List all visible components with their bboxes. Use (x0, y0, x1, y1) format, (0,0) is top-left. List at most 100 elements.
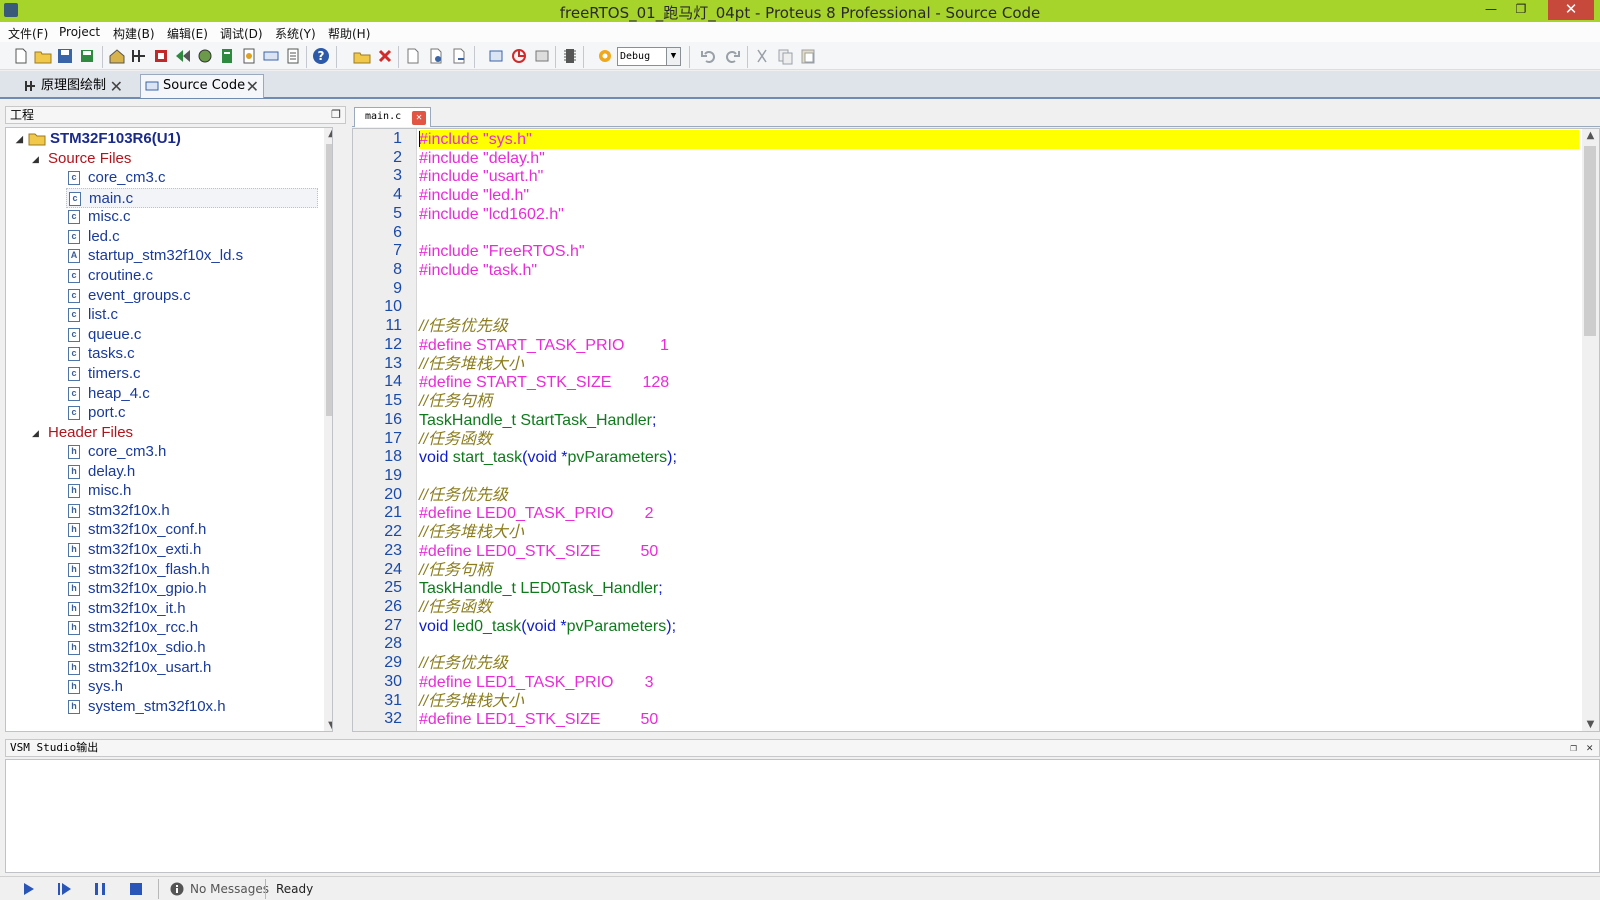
close-button[interactable]: ✕ (1548, 0, 1594, 20)
minimize-button[interactable]: — (1476, 0, 1506, 20)
tab-schematic[interactable]: 原理图绘制 ✕ (18, 74, 128, 98)
step-icon[interactable] (56, 881, 72, 897)
new-document-icon[interactable] (404, 47, 422, 65)
code-line[interactable]: #include "FreeRTOS.h" (419, 242, 1579, 261)
new-file-icon[interactable] (12, 47, 30, 65)
code-line[interactable]: //任务优先级 (419, 654, 1579, 673)
tree-file-item[interactable]: c timers.c (68, 364, 141, 384)
code-line-current[interactable]: #include "sys.h" (419, 130, 1579, 149)
build-config-gear-icon[interactable] (596, 47, 614, 65)
code-line[interactable]: #define LED0_TASK_PRIO 2 (419, 504, 1579, 523)
code-line[interactable]: TaskHandle_t StartTask_Handler; (419, 411, 1579, 430)
redo-icon[interactable] (723, 47, 741, 65)
tree-root[interactable]: ◢ STM32F103R6(U1) (16, 129, 181, 149)
tree-file-item[interactable]: c croutine.c (68, 266, 153, 286)
tree-file-item[interactable]: h stm32f10x_rcc.h (68, 618, 198, 638)
code-line[interactable]: void led0_task(void *pvParameters); (419, 617, 1579, 636)
code-line[interactable]: //任务句柄 (419, 561, 1579, 580)
gerber-view-icon[interactable] (174, 47, 192, 65)
collapse-icon[interactable]: ◢ (32, 149, 39, 169)
open-folder-icon[interactable] (34, 47, 52, 65)
tree-file-item[interactable]: c heap_4.c (68, 384, 150, 404)
code-line[interactable]: //任务函数 (419, 430, 1579, 449)
tree-file-item[interactable]: h stm32f10x_flash.h (68, 560, 210, 580)
code-line[interactable]: //任务句柄 (419, 392, 1579, 411)
editor-scrollbar-thumb[interactable] (1584, 146, 1596, 336)
chevron-down-icon[interactable]: ▼ (666, 48, 680, 65)
3d-view-icon[interactable] (196, 47, 214, 65)
code-line[interactable] (419, 635, 1579, 654)
tree-scrollbar-thumb[interactable] (326, 144, 332, 416)
code-line[interactable] (419, 224, 1579, 243)
pcb-layout-icon[interactable] (152, 47, 170, 65)
tree-file-item[interactable]: h misc.h (68, 481, 131, 501)
message-count[interactable]: No Messages (190, 882, 269, 896)
tree-file-item[interactable]: c core_cm3.c (68, 168, 166, 188)
tree-file-item[interactable]: h core_cm3.h (68, 442, 166, 462)
open-project-icon[interactable] (353, 47, 371, 65)
scroll-down-icon[interactable]: ▼ (324, 720, 332, 731)
tree-file-item[interactable]: h stm32f10x_it.h (68, 599, 186, 619)
code-line[interactable]: #include "lcd1602.h" (419, 205, 1579, 224)
notes-icon[interactable] (284, 47, 302, 65)
tree-file-item[interactable]: c led.c (68, 227, 120, 247)
help-icon[interactable]: ? (312, 47, 330, 65)
add-file-icon[interactable] (427, 47, 445, 65)
menu-file[interactable]: 文件(F) (8, 25, 48, 42)
source-code-icon[interactable] (262, 47, 280, 65)
editor-tab-main[interactable]: main.c ✕ (354, 107, 431, 127)
code-line[interactable]: //任务函数 (419, 598, 1579, 617)
tree-file-item[interactable]: h stm32f10x_exti.h (68, 540, 201, 560)
code-line[interactable]: //任务堆栈大小 (419, 692, 1579, 711)
code-line[interactable]: //任务堆栈大小 (419, 523, 1579, 542)
tree-group-headers[interactable]: ◢ Header Files (32, 423, 133, 443)
save-icon[interactable] (56, 47, 74, 65)
save-all-icon[interactable] (78, 47, 96, 65)
code-line[interactable]: #include "usart.h" (419, 167, 1579, 186)
collapse-icon[interactable]: ◢ (32, 423, 39, 443)
code-line[interactable]: //任务优先级 (419, 486, 1579, 505)
tree-file-item[interactable]: c main.c (66, 187, 318, 208)
copy-icon[interactable] (776, 47, 794, 65)
collapse-icon[interactable]: ◢ (16, 129, 23, 149)
delete-icon[interactable] (376, 47, 394, 65)
tree-file-item[interactable]: h stm32f10x_gpio.h (68, 579, 206, 599)
code-line[interactable]: void start_task(void *pvParameters); (419, 448, 1579, 467)
close-icon[interactable]: ✕ (246, 76, 259, 98)
scroll-up-icon[interactable]: ▲ (1582, 130, 1599, 141)
design-explorer-icon[interactable] (240, 47, 258, 65)
remove-file-icon[interactable] (450, 47, 468, 65)
schematic-icon[interactable] (130, 47, 148, 65)
menu-debug[interactable]: 调试(D) (220, 25, 263, 42)
restore-button[interactable]: ❐ (1506, 0, 1536, 20)
pause-icon[interactable] (92, 881, 108, 897)
code-line[interactable]: #define LED1_TASK_PRIO 3 (419, 673, 1579, 692)
paste-icon[interactable] (799, 47, 817, 65)
code-line[interactable]: TaskHandle_t LED0Task_Handler; (419, 579, 1579, 598)
output-panel[interactable] (5, 759, 1600, 873)
tree-file-item[interactable]: c event_groups.c (68, 286, 191, 306)
code-line[interactable] (419, 298, 1579, 317)
code-line[interactable]: #define LED1_STK_SIZE 50 (419, 710, 1579, 729)
code-editor[interactable]: 1 2 3 4 5 6 7 8 9 10 11 12 13 14 15 16 17 18 19 20 21 22 23 24 2… (352, 128, 1600, 732)
tab-source-code[interactable]: Source Code ✕ (140, 74, 264, 98)
close-icon[interactable]: ✕ (1586, 740, 1593, 756)
menu-edit[interactable]: 编辑(E) (167, 25, 208, 42)
scroll-up-icon[interactable]: ▲ (324, 128, 332, 139)
code-line[interactable]: #define START_STK_SIZE 128 (419, 373, 1579, 392)
code-line[interactable]: //任务堆栈大小 (419, 355, 1579, 374)
tree-file-item[interactable]: h system_stm32f10x.h (68, 697, 226, 717)
code-line[interactable]: #include "delay.h" (419, 149, 1579, 168)
tree-file-item[interactable]: h stm32f10x_sdio.h (68, 638, 206, 658)
rebuild-icon[interactable] (533, 47, 551, 65)
stop-icon[interactable] (128, 881, 144, 897)
play-icon[interactable] (20, 881, 36, 897)
tree-file-item[interactable]: h stm32f10x.h (68, 501, 170, 521)
close-icon[interactable]: ✕ (110, 76, 123, 98)
tree-file-item[interactable]: c queue.c (68, 325, 141, 345)
float-panel-icon[interactable]: ❐ (331, 107, 341, 123)
tree-group-source[interactable]: ◢ Source Files (32, 149, 131, 169)
code-line[interactable]: #include "task.h" (419, 261, 1579, 280)
home-icon[interactable] (108, 47, 126, 65)
build-config-select[interactable]: Debug ▼ (617, 47, 681, 66)
